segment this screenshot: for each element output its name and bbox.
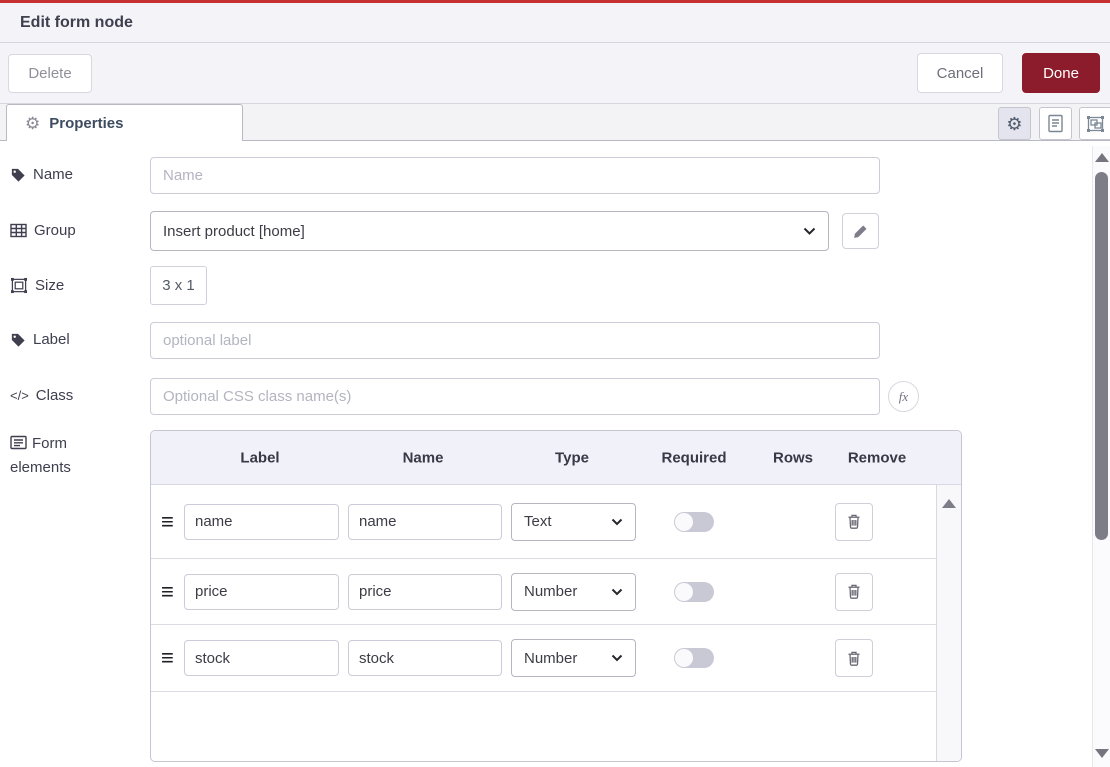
toggle-knob — [675, 513, 693, 531]
column-header-type: Type — [555, 449, 589, 466]
element-type-select[interactable]: Number — [511, 573, 636, 611]
document-icon — [1047, 114, 1064, 133]
required-toggle[interactable] — [674, 648, 714, 668]
drag-handle-icon[interactable]: ≡ — [161, 511, 174, 533]
element-name-input[interactable] — [348, 574, 502, 610]
group-field-label: Group — [10, 222, 76, 239]
gear-icon: ⚙ — [25, 115, 40, 132]
element-type-value: Text — [524, 513, 552, 530]
table-scrollbar[interactable] — [936, 485, 961, 761]
tab-properties[interactable]: ⚙ Properties — [6, 104, 243, 141]
class-field-label: </> Class — [10, 387, 73, 404]
element-name-input[interactable] — [348, 504, 502, 540]
element-type-select[interactable]: Text — [511, 503, 636, 541]
name-input[interactable] — [150, 157, 880, 194]
scroll-up-arrow-icon[interactable] — [942, 499, 956, 508]
element-type-select[interactable]: Number — [511, 639, 636, 677]
chevron-down-icon — [611, 518, 623, 526]
drag-handle-icon[interactable]: ≡ — [161, 647, 174, 669]
form-element-row: ≡ Text — [151, 485, 936, 559]
properties-pane-button[interactable]: ⚙ — [998, 107, 1031, 140]
label-input[interactable] — [150, 322, 880, 359]
remove-row-button[interactable] — [835, 573, 873, 611]
scroll-up-arrow-icon[interactable] — [1095, 153, 1109, 162]
chevron-down-icon — [803, 227, 816, 236]
edit-form-node-dialog: Edit form node Delete Cancel Done ⚙ Prop… — [0, 0, 1110, 767]
element-type-value: Number — [524, 650, 577, 667]
trash-icon — [846, 650, 862, 667]
group-select-value: Insert product [home] — [163, 223, 305, 240]
expression-fx-button[interactable]: fx — [888, 381, 919, 412]
gear-icon: ⚙ — [1006, 115, 1022, 133]
chevron-down-icon — [611, 654, 623, 662]
dialog-title: Edit form node — [20, 14, 133, 32]
scroll-down-arrow-icon[interactable] — [1095, 749, 1109, 758]
toggle-knob — [675, 649, 693, 667]
edit-group-button[interactable] — [842, 213, 879, 249]
element-type-value: Number — [524, 583, 577, 600]
form-elements-table-header: Label Name Type Required Rows Remove — [151, 431, 961, 485]
object-group-icon — [10, 277, 28, 294]
required-toggle[interactable] — [674, 512, 714, 532]
object-group-icon — [1086, 115, 1105, 133]
drag-handle-icon[interactable]: ≡ — [161, 581, 174, 603]
scrollbar-thumb[interactable] — [1095, 172, 1108, 540]
list-alt-icon — [10, 435, 27, 450]
column-header-remove: Remove — [848, 449, 906, 466]
name-field-label: Name — [10, 166, 73, 183]
form-element-row: ≡ Number — [151, 559, 936, 625]
trash-icon — [846, 583, 862, 600]
dialog-button-bar: Delete Cancel Done — [0, 43, 1110, 104]
element-label-input[interactable] — [184, 640, 339, 676]
toggle-knob — [675, 583, 693, 601]
form-elements-table: Label Name Type Required Rows Remove ≡ T… — [150, 430, 962, 762]
element-label-input[interactable] — [184, 574, 339, 610]
column-header-name: Name — [403, 449, 444, 466]
tag-icon — [10, 167, 26, 183]
form-elements-table-body: ≡ Text — [151, 485, 961, 761]
table-grid-icon — [10, 223, 27, 238]
chevron-down-icon — [611, 588, 623, 596]
trash-icon — [846, 513, 862, 530]
remove-row-button[interactable] — [835, 503, 873, 541]
appearance-pane-button[interactable] — [1079, 107, 1110, 140]
tab-strip: ⚙ Properties ⚙ — [0, 104, 1110, 141]
class-input[interactable] — [150, 378, 880, 415]
element-name-input[interactable] — [348, 640, 502, 676]
column-header-required: Required — [661, 449, 726, 466]
delete-button[interactable]: Delete — [8, 54, 92, 93]
size-field-label: Size — [10, 277, 64, 294]
remove-row-button[interactable] — [835, 639, 873, 677]
size-button[interactable]: 3 x 1 — [150, 266, 207, 305]
form-element-row: ≡ Number — [151, 625, 936, 692]
dialog-scrollbar[interactable] — [1092, 146, 1110, 767]
element-label-input[interactable] — [184, 504, 339, 540]
dialog-header: Edit form node — [0, 3, 1110, 43]
pencil-icon — [853, 224, 868, 239]
code-icon: </> — [10, 388, 29, 403]
required-toggle[interactable] — [674, 582, 714, 602]
column-header-rows: Rows — [773, 449, 813, 466]
form-element-rows: ≡ Text — [151, 485, 936, 692]
tab-properties-label: Properties — [49, 115, 123, 132]
description-pane-button[interactable] — [1039, 107, 1072, 140]
column-header-label: Label — [240, 449, 279, 466]
label-field-label: Label — [10, 331, 70, 348]
tag-icon — [10, 332, 26, 348]
done-button[interactable]: Done — [1022, 53, 1100, 93]
cancel-button[interactable]: Cancel — [917, 53, 1003, 93]
form-elements-section-label: Form elements — [10, 432, 106, 480]
group-select[interactable]: Insert product [home] — [150, 211, 829, 251]
